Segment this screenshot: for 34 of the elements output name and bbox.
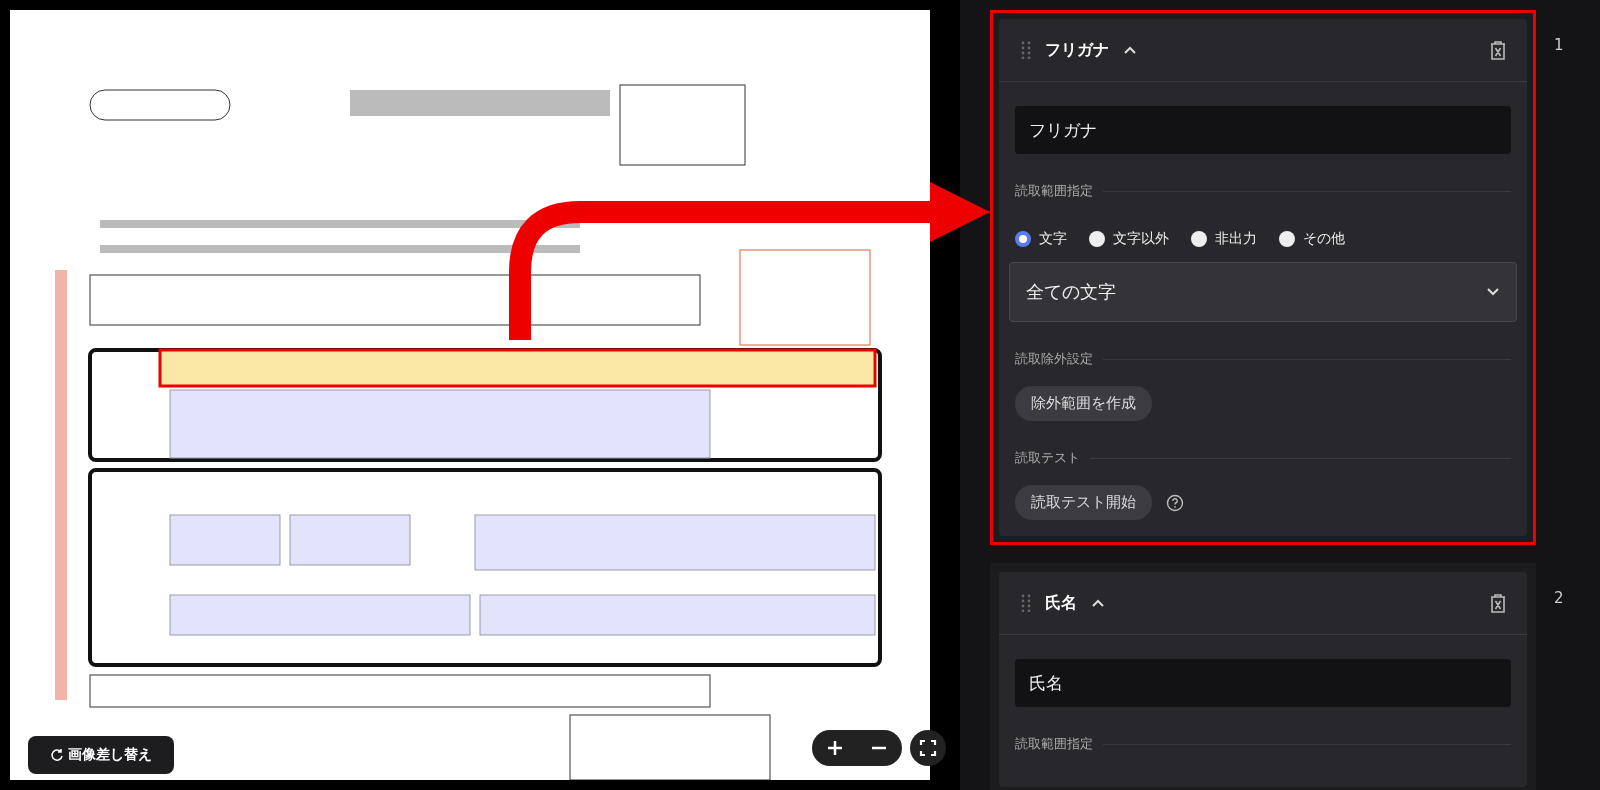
section-label: 読取範囲指定 — [1015, 735, 1093, 753]
field-number: 2 — [1554, 589, 1564, 607]
replace-image-button[interactable]: 画像差し替え — [28, 736, 174, 774]
chevron-icon[interactable] — [1091, 598, 1105, 608]
selected-region-highlight[interactable] — [158, 348, 877, 388]
zoom-in-icon[interactable] — [826, 739, 844, 757]
radio-icon[interactable] — [1089, 231, 1105, 247]
chevron-down-icon — [1486, 287, 1500, 297]
radio-icon[interactable] — [1015, 231, 1031, 247]
radio-option[interactable]: 非出力 — [1191, 230, 1257, 248]
field-title: 氏名 — [1045, 592, 1077, 614]
radio-icon[interactable] — [1279, 231, 1295, 247]
drag-handle-icon[interactable] — [1021, 594, 1031, 612]
help-icon[interactable] — [1166, 493, 1184, 512]
radio-icon[interactable] — [1191, 231, 1207, 247]
trash-icon[interactable] — [1489, 593, 1507, 613]
field-name-input[interactable]: 氏名 — [1015, 659, 1511, 707]
start-read-test-button[interactable]: 読取テスト開始 — [1015, 485, 1152, 520]
radio-option[interactable]: 文字以外 — [1089, 230, 1169, 248]
fullscreen-icon[interactable] — [910, 730, 946, 766]
section-label: 読取テスト — [1015, 449, 1080, 467]
radio-option[interactable]: その他 — [1279, 230, 1345, 248]
create-exclusion-button[interactable]: 除外範囲を作成 — [1015, 386, 1152, 421]
chevron-icon[interactable] — [1123, 45, 1137, 55]
section-label: 読取除外設定 — [1015, 350, 1093, 368]
read-range-dropdown[interactable]: 全ての文字 — [1009, 262, 1517, 322]
trash-icon[interactable] — [1489, 40, 1507, 60]
radio-option[interactable]: 文字 — [1015, 230, 1067, 248]
field-number: 1 — [1554, 36, 1564, 54]
refresh-icon — [50, 748, 64, 762]
section-label: 読取範囲指定 — [1015, 182, 1093, 200]
drag-handle-icon[interactable] — [1021, 41, 1031, 59]
field-name-input[interactable]: フリガナ — [1015, 106, 1511, 154]
field-title: フリガナ — [1045, 39, 1109, 61]
